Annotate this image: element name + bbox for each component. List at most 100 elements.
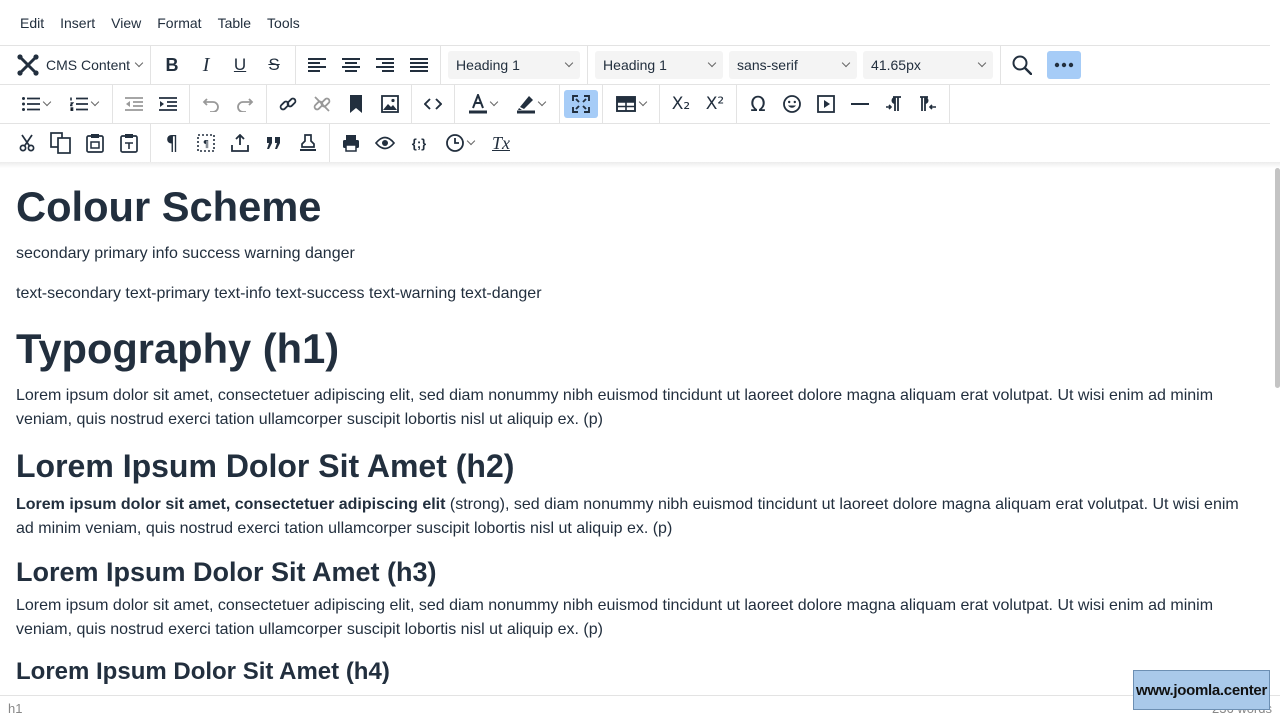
cut-icon <box>19 134 35 152</box>
paste-icon <box>86 134 104 153</box>
menu-edit[interactable]: Edit <box>12 9 52 37</box>
heading-h3: Lorem Ipsum Dolor Sit Amet (h3) <box>16 556 437 587</box>
rtl-button[interactable] <box>911 90 945 118</box>
table-button[interactable] <box>607 90 655 118</box>
chevron-down-icon <box>977 58 987 68</box>
redo-button[interactable] <box>228 90 262 118</box>
special-character-button[interactable]: Ω <box>741 90 775 118</box>
font-group: Heading 1 sans-serif 41.65px <box>588 46 1002 84</box>
code-sample-button[interactable]: {;} <box>402 129 436 157</box>
preview-button[interactable] <box>368 129 402 157</box>
unlink-button[interactable] <box>305 90 339 118</box>
font-size-value: 41.65px <box>871 57 921 73</box>
align-center-button[interactable] <box>334 51 368 79</box>
italic-button[interactable]: I <box>189 51 223 79</box>
align-center-icon <box>342 58 361 72</box>
table-icon <box>616 96 636 112</box>
styles-dropdown[interactable]: Heading 1 <box>595 51 724 79</box>
code-group <box>412 85 455 123</box>
align-justify-icon <box>410 58 429 72</box>
heading-h2: Lorem Ipsum Dolor Sit Amet (h2) <box>16 447 515 484</box>
editor-scrollbar[interactable] <box>1275 168 1280 388</box>
paste-button[interactable] <box>78 129 112 157</box>
code-icon <box>424 98 442 110</box>
align-justify-button[interactable] <box>402 51 436 79</box>
indent-group <box>113 85 190 123</box>
visual-blocks-button[interactable]: ¶ <box>189 129 223 157</box>
fullscreen-button[interactable] <box>564 90 598 118</box>
bullet-list-button[interactable] <box>12 90 60 118</box>
source-code-button[interactable] <box>416 90 450 118</box>
menu-table[interactable]: Table <box>210 9 259 37</box>
paragraph-lorem-3: Lorem ipsum dolor sit amet, consectetuer… <box>16 596 1214 638</box>
horizontal-line-button[interactable] <box>843 90 877 118</box>
undo-button[interactable] <box>194 90 228 118</box>
highlight-color-button[interactable] <box>507 90 555 118</box>
font-size-dropdown[interactable]: 41.65px <box>863 51 994 79</box>
align-group <box>296 46 442 84</box>
bullet-list-icon <box>22 97 40 111</box>
cms-content-button[interactable]: CMS Content <box>12 51 146 79</box>
element-path[interactable]: h1 <box>8 701 22 716</box>
unlink-icon <box>313 96 331 112</box>
media-button[interactable] <box>809 90 843 118</box>
editor-content[interactable]: Colour Scheme secondary primary info suc… <box>0 168 1275 695</box>
insert-datetime-button[interactable] <box>436 129 484 157</box>
align-right-button[interactable] <box>368 51 402 79</box>
chevron-down-icon <box>489 97 499 107</box>
superscript-button[interactable]: X² <box>698 90 732 118</box>
numbered-list-button[interactable] <box>60 90 108 118</box>
more-button[interactable] <box>1047 51 1082 79</box>
svg-text:¶: ¶ <box>203 139 209 150</box>
heading-typography: Typography (h1) <box>16 324 340 372</box>
page-break-button[interactable] <box>223 129 257 157</box>
toolbar-row-1: CMS Content B I U S Heading 1 Heading 1 <box>0 45 1270 84</box>
paste-text-icon <box>120 134 138 153</box>
chevron-down-icon <box>42 97 52 107</box>
paragraph-lorem-2: Lorem ipsum dolor sit amet, consectetuer… <box>16 493 1259 541</box>
template-button[interactable] <box>291 129 325 157</box>
anchor-button[interactable] <box>339 90 373 118</box>
emoji-icon <box>783 95 801 113</box>
print-button[interactable] <box>334 129 368 157</box>
media-icon <box>817 95 835 113</box>
text-color-button[interactable] <box>459 90 507 118</box>
blocks-dropdown[interactable]: Heading 1 <box>448 51 581 79</box>
emoticons-button[interactable] <box>775 90 809 118</box>
image-button[interactable] <box>373 90 407 118</box>
ltr-button[interactable] <box>877 90 911 118</box>
copy-button[interactable] <box>44 129 78 157</box>
paragraph-colours: secondary primary info success warning d… <box>16 244 355 262</box>
outdent-icon <box>125 97 143 111</box>
paste-text-button[interactable] <box>112 129 146 157</box>
menu-tools[interactable]: Tools <box>259 9 308 37</box>
menu-view[interactable]: View <box>103 9 149 37</box>
outdent-button[interactable] <box>117 90 151 118</box>
align-left-button[interactable] <box>300 51 334 79</box>
link-button[interactable] <box>271 90 305 118</box>
quote-icon <box>267 137 280 149</box>
menu-format[interactable]: Format <box>149 9 209 37</box>
search-replace-button[interactable] <box>1005 51 1039 79</box>
bold-button[interactable]: B <box>155 51 189 79</box>
numbered-list-icon <box>70 97 88 111</box>
horizontal-line-icon <box>851 103 869 105</box>
underline-button[interactable]: U <box>223 51 257 79</box>
strikethrough-button[interactable]: S <box>257 51 291 79</box>
color-group <box>455 85 560 123</box>
cms-content-group: CMS Content <box>0 46 152 84</box>
menu-insert[interactable]: Insert <box>52 9 103 37</box>
clear-formatting-button[interactable]: Tx <box>484 129 518 157</box>
subscript-button[interactable]: X₂ <box>664 90 698 118</box>
copy-icon <box>50 132 71 154</box>
indent-button[interactable] <box>151 90 185 118</box>
misc-group: {;} Tx <box>330 124 522 162</box>
indent-icon <box>159 97 177 111</box>
insert-group <box>267 85 412 123</box>
search-more-group <box>1001 46 1085 84</box>
cut-button[interactable] <box>10 129 44 157</box>
history-group <box>190 85 267 123</box>
visual-chars-button[interactable]: ¶ <box>155 129 189 157</box>
blockquote-button[interactable] <box>257 129 291 157</box>
font-family-dropdown[interactable]: sans-serif <box>729 51 858 79</box>
